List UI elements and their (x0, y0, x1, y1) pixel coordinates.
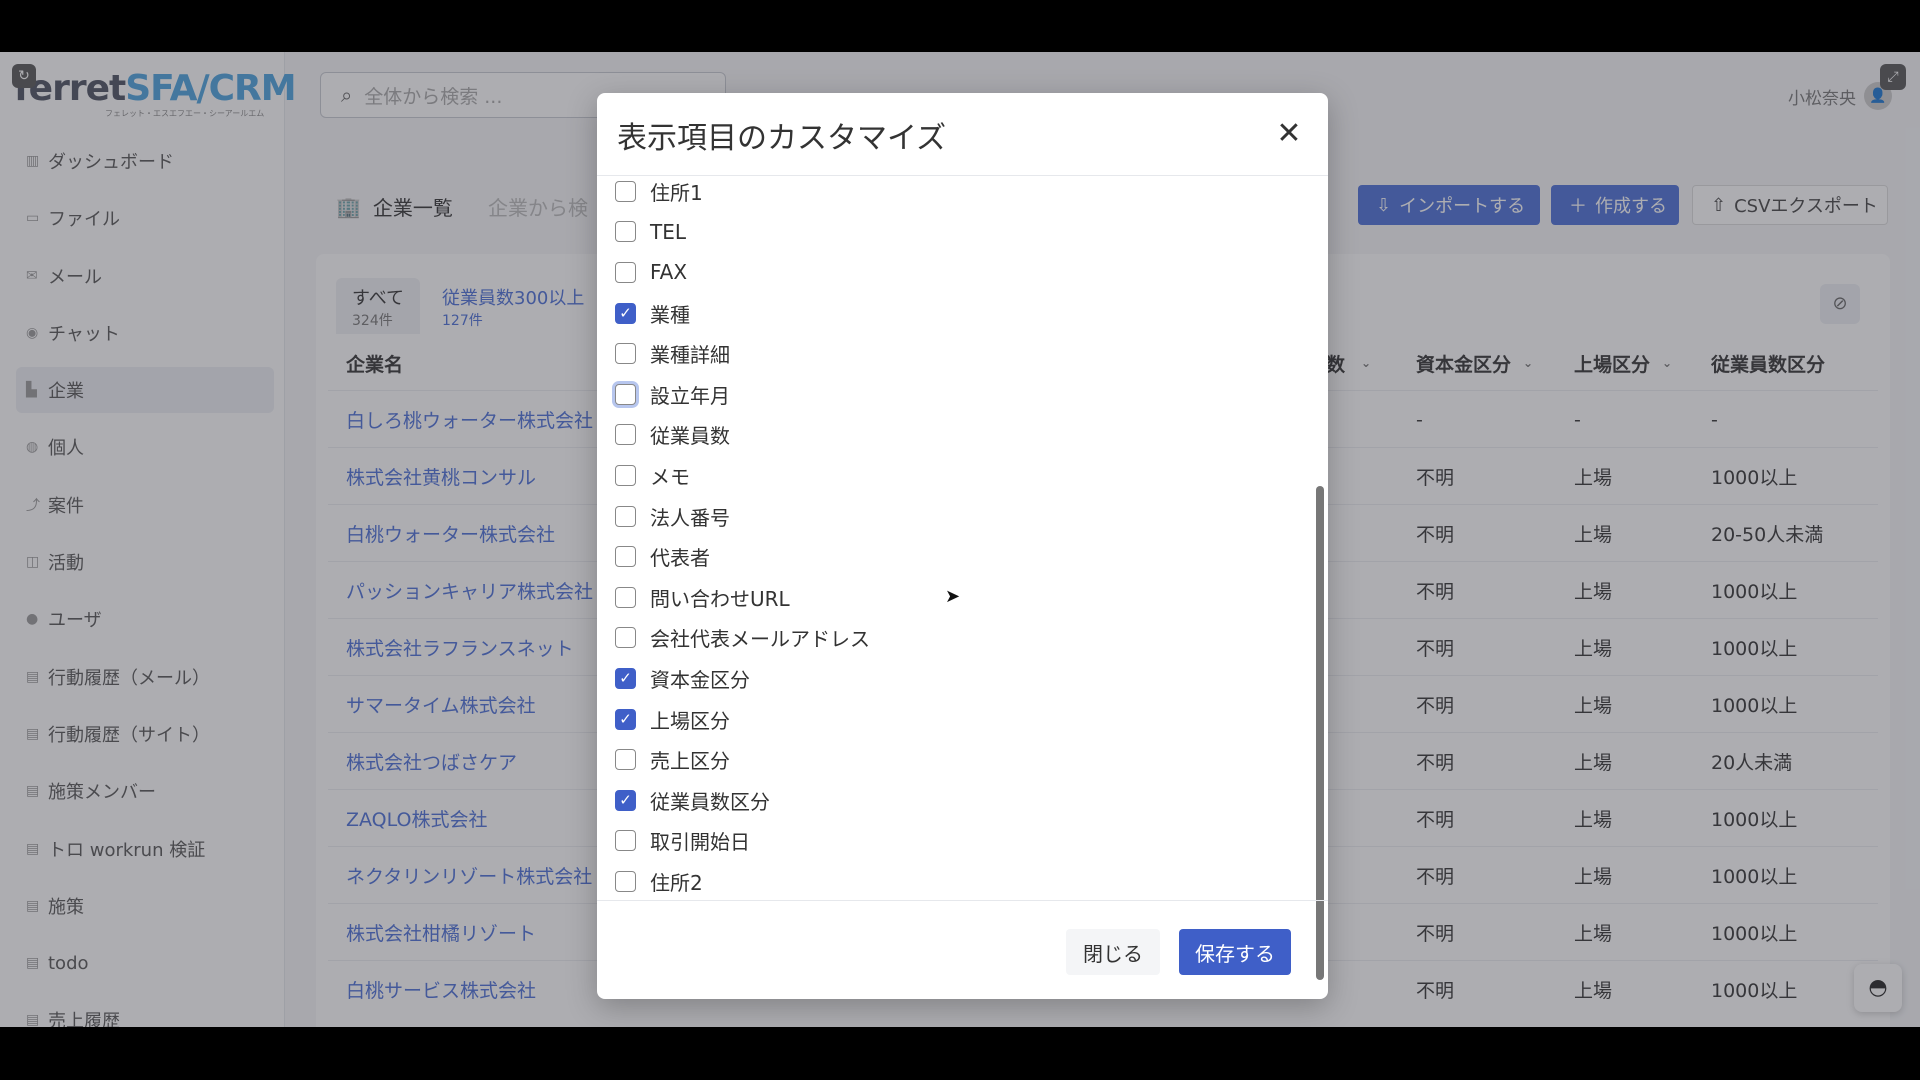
column-option-label: 従業員数 (650, 424, 730, 449)
column-option-list: 住所1 TEL FAX ✓ 業種業種詳細設立年月従業員数メモ法人番号代表者問い合わせUR… (615, 177, 870, 900)
column-option[interactable]: 住所2 (615, 861, 870, 900)
checkbox-checked[interactable]: ✓ (615, 789, 636, 811)
column-option[interactable]: 売上区分 (615, 739, 870, 780)
checkbox-checked[interactable]: ✓ (615, 708, 636, 730)
customize-columns-dialog: 表示項目のカスタマイズ ✕ 住所1 TEL FAX ✓ 業種業種詳細設立年月従業員数メモ… (597, 93, 1328, 999)
close-button[interactable]: 閉じる (1066, 929, 1160, 975)
column-option[interactable]: ✓ 資本金区分 (615, 658, 870, 699)
checkbox-checked[interactable]: ✓ (615, 667, 636, 689)
column-option-label: 業種詳細 (650, 343, 730, 368)
checkbox[interactable] (615, 586, 636, 608)
column-option-label: 売上区分 (650, 749, 730, 774)
column-option-label: TEL (650, 219, 686, 244)
column-option-label: 資本金区分 (650, 667, 750, 692)
save-button[interactable]: 保存する (1179, 929, 1291, 975)
checkbox[interactable] (615, 180, 636, 202)
dialog-title: 表示項目のカスタマイズ (617, 121, 947, 156)
checkbox[interactable] (615, 464, 636, 486)
column-option[interactable]: 設立年月 (615, 374, 870, 415)
column-option[interactable]: 取引開始日 (615, 821, 870, 862)
column-option[interactable]: ✓ 業種 (615, 293, 870, 334)
column-option[interactable]: 業種詳細 (615, 333, 870, 374)
checkbox[interactable] (615, 383, 636, 405)
column-option[interactable]: 従業員数 (615, 415, 870, 456)
column-option[interactable]: TEL (615, 212, 870, 253)
column-option[interactable]: ✓ 上場区分 (615, 699, 870, 740)
checkbox[interactable] (615, 627, 636, 649)
checkbox[interactable] (615, 546, 636, 568)
checkbox-checked[interactable]: ✓ (615, 302, 636, 324)
column-option-label: 会社代表メールアドレス (650, 627, 870, 652)
column-option-label: 住所1 (650, 180, 703, 205)
checkbox[interactable] (615, 221, 636, 243)
checkbox[interactable] (615, 343, 636, 365)
column-option[interactable]: 問い合わせURL (615, 577, 870, 618)
column-option-label: 設立年月 (650, 383, 730, 408)
column-option-label: 代表者 (650, 546, 710, 571)
column-option[interactable]: ✓ 従業員数区分 (615, 780, 870, 821)
column-option[interactable]: 会社代表メールアドレス (615, 618, 870, 659)
dialog-header: 表示項目のカスタマイズ ✕ (597, 93, 1328, 176)
mouse-cursor: ➤ (945, 586, 961, 607)
column-option[interactable]: メモ (615, 455, 870, 496)
app-screen: ferretSFA/CRM フェレット・エスエフエー・シーアールエム ↻ ▥ ダッ… (0, 52, 1920, 1027)
column-option-label: 業種 (650, 302, 690, 327)
dialog-footer: 閉じる 保存する (597, 900, 1328, 999)
checkbox[interactable] (615, 424, 636, 446)
checkbox[interactable] (615, 261, 636, 283)
column-option[interactable]: 法人番号 (615, 496, 870, 537)
checkbox[interactable] (615, 505, 636, 527)
checkbox[interactable] (615, 749, 636, 771)
close-icon[interactable]: ✕ (1270, 115, 1308, 153)
column-option-label: 取引開始日 (650, 830, 750, 855)
column-option-label: 問い合わせURL (650, 586, 790, 611)
column-option[interactable]: FAX (615, 252, 870, 293)
column-option-label: 従業員数区分 (650, 789, 770, 814)
dialog-body: 住所1 TEL FAX ✓ 業種業種詳細設立年月従業員数メモ法人番号代表者問い合わせUR… (597, 177, 1328, 900)
column-option[interactable]: 代表者 (615, 536, 870, 577)
checkbox[interactable] (615, 830, 636, 852)
checkbox[interactable] (615, 870, 636, 892)
column-option-label: 法人番号 (650, 505, 730, 530)
column-option-label: 上場区分 (650, 708, 730, 733)
column-option-label: 住所2 (650, 870, 703, 895)
column-option[interactable]: 住所1 (615, 177, 870, 212)
column-option-label: メモ (650, 464, 690, 489)
column-option-label: FAX (650, 260, 688, 285)
